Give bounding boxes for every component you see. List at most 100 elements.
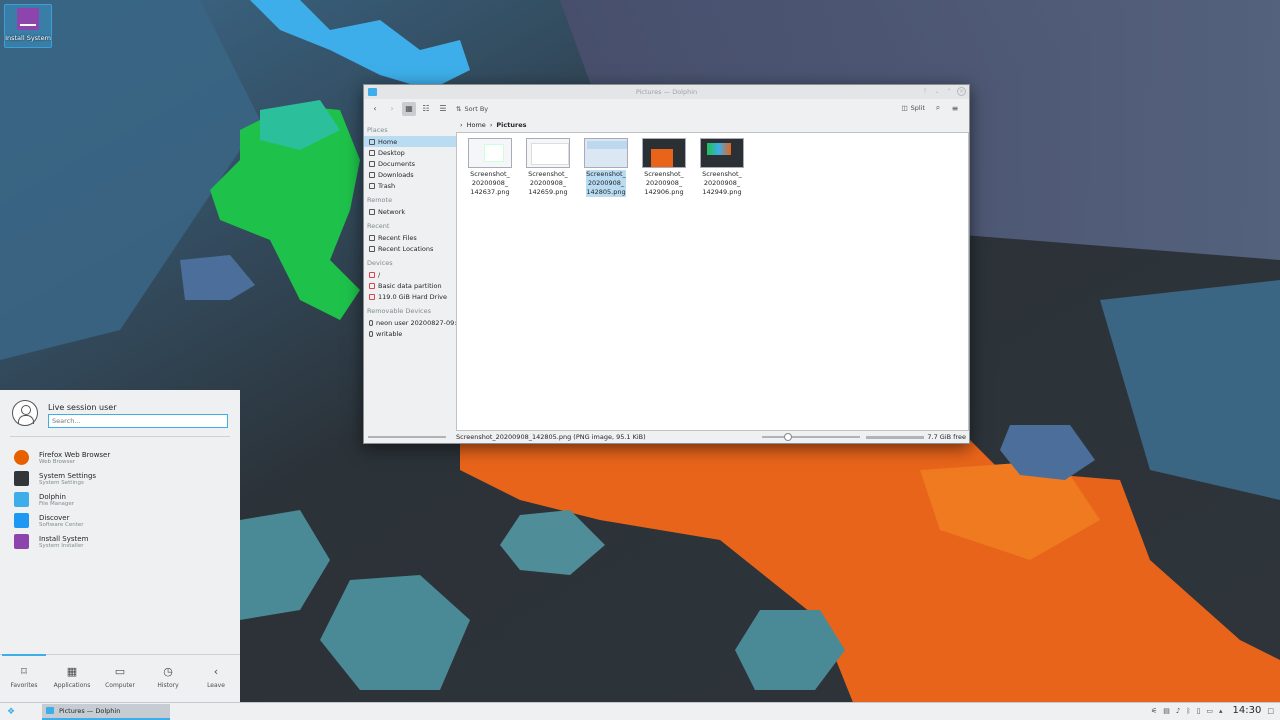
launcher-tab[interactable]: ▭ Computer [98,655,142,702]
usb-icon[interactable]: ▯ [1197,707,1201,715]
file-item[interactable]: Screenshot_ 20200908_ 142637.png [465,138,515,197]
places-item[interactable]: 119.0 GiB Hard Drive [364,291,456,302]
file-name-line: Screenshot_ [528,170,568,178]
hamburger-menu-icon[interactable]: ≡ [948,101,962,115]
favorite-item[interactable]: Firefox Web Browser Web Browser [14,447,230,468]
file-view[interactable]: Screenshot_ 20200908_ 142637.png Screenshot… [456,132,969,431]
places-item[interactable]: Documents [364,158,456,169]
details-view-button[interactable]: ☰ [436,102,450,116]
sort-by-label: Sort By [464,104,489,113]
launcher-tab[interactable]: ⌑ Favorites [2,654,46,702]
free-space-bar [866,435,925,439]
file-name-line: Screenshot_ [644,170,684,178]
sort-icon: ⇅ [456,104,462,113]
zoom-slider[interactable] [762,433,861,441]
desktop-icon-label: Install System [5,34,51,42]
places-item[interactable]: Network [364,206,456,217]
places-item-label: / [378,270,381,279]
minimize-icon[interactable]: ⌄ [933,88,941,95]
places-section-header: Devices [367,259,393,267]
app-icon [14,450,29,465]
file-item[interactable]: Screenshot_ 20200908_ 142805.png [581,138,631,197]
app-icon [14,513,29,528]
compact-view-button[interactable]: ☷ [419,102,433,116]
file-name-line: 142637.png [470,188,510,196]
leave-icon: ‹ [213,665,219,678]
monitor-icon: ▭ [114,665,126,678]
file-item[interactable]: Screenshot_ 20200908_ 142906.png [639,138,689,197]
display-icon[interactable]: ▭ [1206,707,1213,715]
taskbar-panel: ❖ Pictures — Dolphin ⚟ ▤ ♪ ᛒ ▯ ▭ ▴ 14:30… [0,702,1280,720]
places-item[interactable]: Basic data partition [364,280,456,291]
launcher-tab-label: Computer [105,682,135,689]
sort-by-button[interactable]: ⇅ Sort By [453,102,491,116]
places-item[interactable]: Recent Locations [364,243,456,254]
dolphin-window[interactable]: Pictures — Dolphin ? ⌄ ⌃ × ‹ › ▦ ☷ ☰ ⇅ S… [363,84,970,444]
places-item[interactable]: Home [364,136,456,147]
launcher-tab[interactable]: ◷ History [146,655,190,702]
file-name: Screenshot_ 20200908_ 142637.png [470,170,510,197]
place-icon [369,245,375,252]
task-dolphin[interactable]: Pictures — Dolphin [42,703,170,720]
places-item[interactable]: Desktop [364,147,456,158]
places-item-label: Desktop [378,148,405,157]
window-titlebar[interactable]: Pictures — Dolphin ? ⌄ ⌃ × [364,85,969,99]
bluetooth-icon[interactable]: ᛒ [1186,707,1190,715]
places-item-label: Documents [378,159,416,168]
places-item[interactable]: neon user 20200827-09:5 [364,317,456,328]
places-item-label: Network [378,207,406,216]
file-name-line: 142659.png [528,188,568,196]
breadcrumb-current[interactable]: Pictures [496,121,526,129]
favorite-item[interactable]: Dolphin File Manager [14,489,230,510]
close-icon[interactable]: × [957,87,966,96]
zoom-slider-handle[interactable] [784,433,793,441]
help-icon[interactable]: ? [921,88,929,95]
network-icon[interactable]: ⚟ [1151,707,1157,715]
file-name-line: 20200908_ [529,179,567,187]
application-launcher-icon[interactable]: ❖ [0,707,22,717]
forward-button[interactable]: › [385,102,399,116]
breadcrumb-home[interactable]: Home [467,121,486,129]
places-section-header: Removable Devices [367,307,431,315]
icons-view-button[interactable]: ▦ [402,101,416,116]
places-item-label: neon user 20200827-09:5 [376,318,456,327]
bookmark-icon: ⌑ [21,665,27,678]
places-item[interactable]: / [364,269,456,280]
avatar[interactable] [12,400,38,426]
split-icon: ◫ [901,104,908,112]
app-name: Firefox Web Browser [39,450,111,459]
show-desktop-icon[interactable]: □ [1267,707,1274,715]
maximize-icon[interactable]: ⌃ [945,88,953,95]
places-item-label: Recent Locations [378,244,434,253]
install-system-desktop-icon[interactable]: Install System [4,4,52,48]
split-button[interactable]: ◫ Split [898,101,928,115]
favorite-item[interactable]: System Settings System Settings [14,468,230,489]
favorite-item[interactable]: Discover Software Center [14,510,230,531]
places-item[interactable]: Trash [364,180,456,191]
file-item[interactable]: Screenshot_ 20200908_ 142659.png [523,138,573,197]
search-icon[interactable]: ⌕ [931,101,945,115]
places-item[interactable]: writable [364,328,456,339]
back-button[interactable]: ‹ [368,102,382,116]
favorite-item[interactable]: Install System System Installer [14,531,230,552]
file-item[interactable]: Screenshot_ 20200908_ 142949.png [697,138,747,197]
places-section-header: Remote [367,196,393,204]
volume-icon[interactable]: ♪ [1176,707,1180,715]
clipboard-icon[interactable]: ▤ [1163,707,1170,715]
app-description: System Installer [39,542,84,549]
app-description: Software Center [39,521,84,528]
search-input[interactable] [48,414,228,428]
launcher-tab[interactable]: ‹ Leave [194,655,238,702]
tray-expand-icon[interactable]: ▴ [1219,707,1223,715]
app-description: System Settings [39,479,84,486]
places-scrollbar[interactable] [368,436,446,438]
breadcrumb: › Home › Pictures [456,118,969,132]
clock[interactable]: 14:30 [1233,705,1262,716]
launcher-tab[interactable]: ▦ Applications [50,655,94,702]
places-item[interactable]: Recent Files [364,232,456,243]
places-item-label: Recent Files [378,233,417,242]
split-label: Split [910,104,925,112]
divider [10,436,230,437]
places-item-label: Home [378,137,398,146]
places-item[interactable]: Downloads [364,169,456,180]
